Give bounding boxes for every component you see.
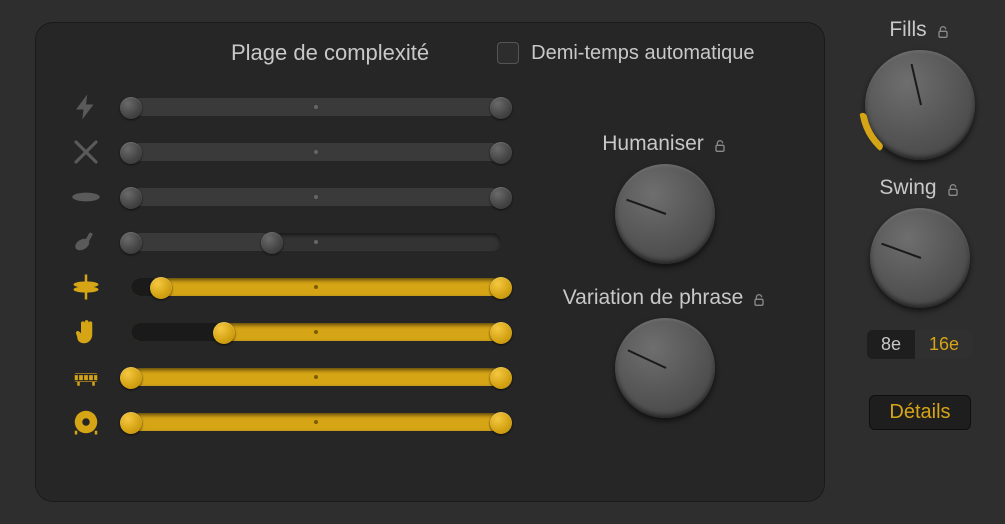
complexity-title: Plage de complexité	[231, 40, 429, 66]
swing-8th-option[interactable]: 8e	[867, 330, 915, 359]
details-button[interactable]: Détails	[869, 395, 970, 430]
range-handle-low[interactable]	[120, 232, 142, 254]
swing-resolution-segmented[interactable]: 8e 16e	[867, 330, 973, 359]
fills-knob[interactable]	[865, 50, 975, 160]
center-knobs: Humaniser Variation de phrase	[515, 132, 815, 418]
range-handle-low[interactable]	[120, 187, 142, 209]
fills-label: Fills	[889, 18, 926, 42]
humanize-knob[interactable]	[615, 164, 715, 264]
complexity-row	[61, 84, 799, 129]
complexity-panel: Plage de complexité Demi-temps automatiq…	[35, 22, 825, 502]
range-handle-low[interactable]	[213, 322, 235, 344]
range-handle-high[interactable]	[490, 142, 512, 164]
range-handle-low[interactable]	[120, 367, 142, 389]
complexity-range-slider[interactable]	[131, 368, 501, 386]
humanize-label: Humaniser	[602, 132, 704, 156]
swing-knob[interactable]	[870, 208, 970, 308]
range-handle-low[interactable]	[120, 97, 142, 119]
range-handle-low[interactable]	[120, 412, 142, 434]
phrase-block: Variation de phrase	[563, 286, 768, 418]
complexity-range-slider[interactable]	[131, 188, 501, 206]
range-handle-high[interactable]	[261, 232, 283, 254]
range-handle-high[interactable]	[490, 412, 512, 434]
swing-16th-option[interactable]: 16e	[915, 330, 973, 359]
range-handle-high[interactable]	[490, 97, 512, 119]
complexity-range-slider[interactable]	[131, 98, 501, 116]
range-handle-high[interactable]	[490, 277, 512, 299]
phrase-variation-knob[interactable]	[615, 318, 715, 418]
range-handle-high[interactable]	[490, 367, 512, 389]
drumsticks-icon[interactable]	[61, 137, 111, 167]
phrase-variation-label: Variation de phrase	[563, 286, 744, 310]
hand-icon[interactable]	[61, 317, 111, 347]
swing-block: Swing	[870, 176, 970, 308]
phrase-label-row: Variation de phrase	[563, 286, 768, 310]
lock-icon[interactable]	[935, 22, 951, 38]
complexity-range-slider[interactable]	[131, 143, 501, 161]
panel-header: Plage de complexité Demi-temps automatiq…	[61, 40, 799, 66]
right-sidebar: Fills Swing 8e 16e Détails	[850, 18, 990, 430]
swing-label: Swing	[879, 176, 936, 200]
fills-block: Fills	[865, 18, 975, 160]
checkbox-icon	[497, 42, 519, 64]
auto-halftime-label: Demi-temps automatique	[531, 42, 754, 65]
complexity-range-slider[interactable]	[131, 233, 501, 251]
range-handle-high[interactable]	[490, 322, 512, 344]
lock-icon[interactable]	[712, 136, 728, 152]
lock-icon[interactable]	[945, 180, 961, 196]
range-handle-high[interactable]	[490, 187, 512, 209]
lock-icon[interactable]	[751, 290, 767, 306]
fills-label-row: Fills	[889, 18, 950, 42]
shaker-icon[interactable]	[61, 227, 111, 257]
cymbal-icon[interactable]	[61, 182, 111, 212]
kick-icon[interactable]	[61, 407, 111, 437]
lightning-icon[interactable]	[61, 92, 111, 122]
range-handle-low[interactable]	[150, 277, 172, 299]
snare-icon[interactable]	[61, 362, 111, 392]
hihat-icon[interactable]	[61, 272, 111, 302]
humanize-block: Humaniser	[602, 132, 728, 264]
swing-label-row: Swing	[879, 176, 960, 200]
complexity-range-slider[interactable]	[131, 278, 501, 296]
complexity-range-slider[interactable]	[131, 413, 501, 431]
humanize-label-row: Humaniser	[602, 132, 728, 156]
auto-halftime-checkbox[interactable]: Demi-temps automatique	[497, 42, 754, 65]
complexity-range-slider[interactable]	[131, 323, 501, 341]
range-handle-low[interactable]	[120, 142, 142, 164]
